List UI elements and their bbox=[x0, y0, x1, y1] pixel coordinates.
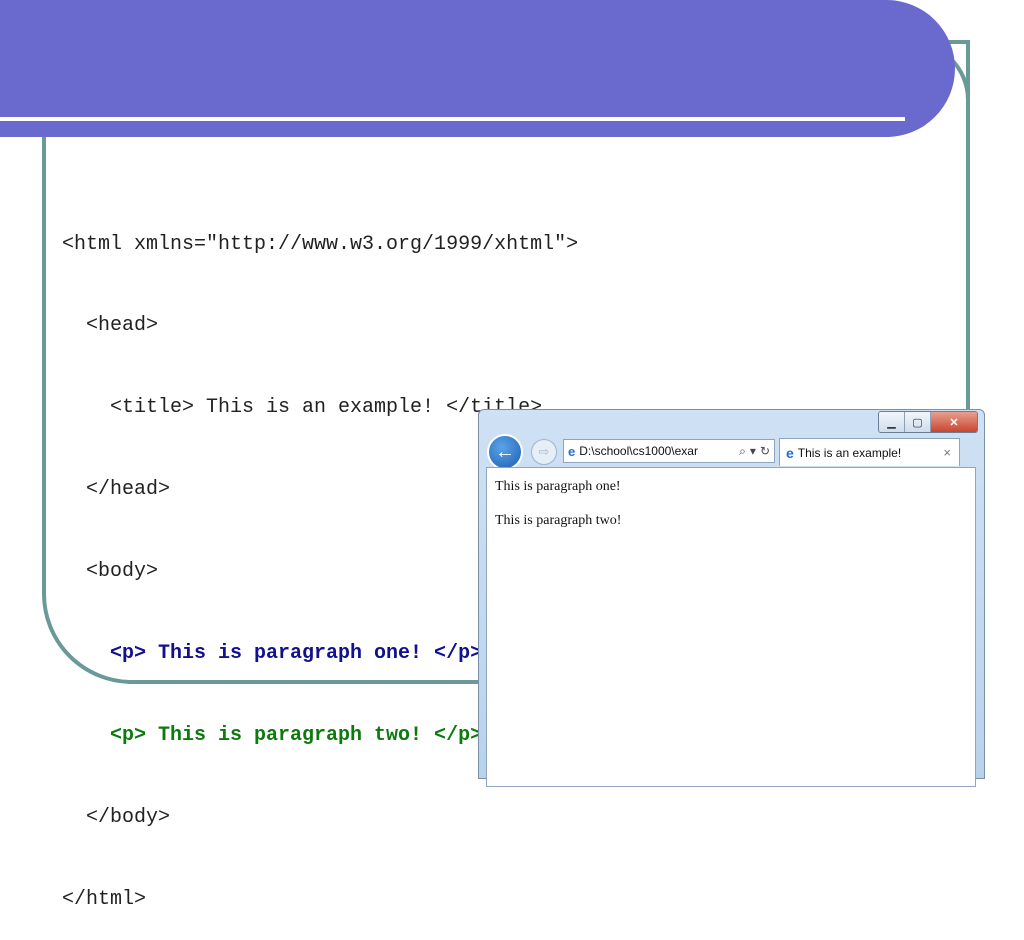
close-button[interactable]: ✕ bbox=[931, 412, 977, 432]
search-icon[interactable]: ⌕ bbox=[739, 444, 746, 459]
paragraph-two: This is paragraph two! bbox=[495, 513, 622, 528]
ie-logo-icon: e bbox=[568, 443, 576, 459]
code-line: <html xmlns="http://www.w3.org/1999/xhtm… bbox=[62, 232, 579, 256]
tab-title: This is an example! bbox=[797, 445, 902, 460]
back-arrow-icon[interactable]: ← bbox=[487, 434, 523, 470]
window-controls: ▁ ▢ ✕ bbox=[878, 411, 978, 433]
code-line: </body> bbox=[62, 805, 171, 829]
address-url[interactable]: D:\school\cs1000\exar bbox=[579, 444, 739, 458]
maximize-button[interactable]: ▢ bbox=[905, 412, 931, 432]
tab-example[interactable]: e This is an example! × bbox=[779, 438, 960, 466]
ie-logo-icon: e bbox=[786, 444, 794, 461]
paragraph-one: This is paragraph one! bbox=[495, 479, 621, 494]
browser-window: ▁ ▢ ✕ ← ⇨ e D:\school\cs1000\exar ⌕ ▾ ↻ … bbox=[478, 409, 985, 787]
chevron-down-icon[interactable]: ▾ bbox=[750, 444, 756, 458]
page-content: This is paragraph one! This is paragraph… bbox=[486, 467, 976, 787]
banner-divider bbox=[0, 117, 905, 121]
minimize-button[interactable]: ▁ bbox=[879, 412, 905, 432]
close-icon[interactable]: × bbox=[943, 445, 951, 460]
code-line: </html> bbox=[62, 887, 147, 911]
address-bar[interactable]: e D:\school\cs1000\exar ⌕ ▾ ↻ bbox=[563, 439, 775, 463]
refresh-icon[interactable]: ↻ bbox=[760, 444, 770, 458]
code-line: <head> bbox=[62, 314, 159, 338]
forward-arrow-icon[interactable]: ⇨ bbox=[531, 439, 557, 465]
